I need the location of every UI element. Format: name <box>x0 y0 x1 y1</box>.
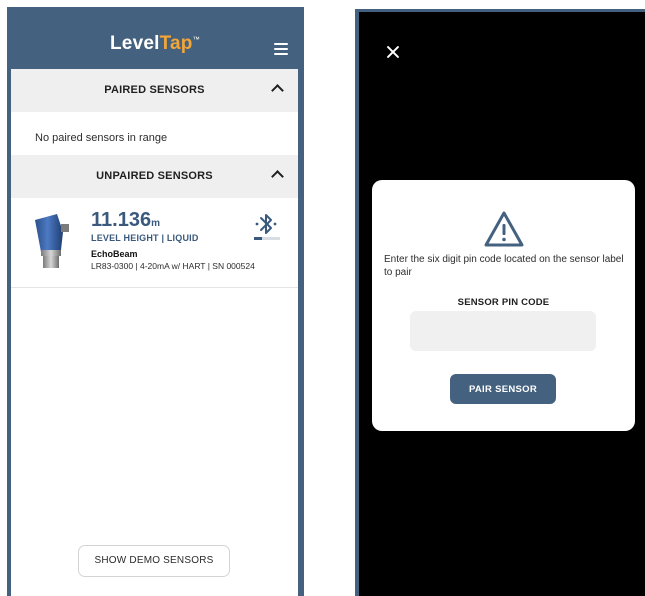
logo-level-text: Level <box>110 33 160 54</box>
sensor-detail: LR83-0300 | 4-20mA w/ HART | SN 000524 <box>91 261 255 271</box>
bluetooth-icon <box>255 214 277 234</box>
sensor-list-screen: LevelTap™ PAIRED SENSORS No paired senso… <box>7 7 304 596</box>
pin-code-input[interactable] <box>410 311 596 351</box>
show-demo-sensors-button[interactable]: SHOW DEMO SENSORS <box>78 545 230 577</box>
pair-sensor-button[interactable]: PAIR SENSOR <box>450 374 556 404</box>
sensor-list-item[interactable]: 11.136m LEVEL HEIGHT | LIQUID EchoBeam L… <box>11 199 298 287</box>
level-label: LEVEL HEIGHT | LIQUID <box>91 233 199 243</box>
close-icon[interactable] <box>386 45 400 59</box>
modal-backdrop: Enter the six digit pin code located on … <box>359 12 645 596</box>
signal-strength-fill <box>254 237 262 240</box>
sensor-device-icon <box>35 214 69 268</box>
level-unit: m <box>151 218 160 229</box>
unpaired-sensors-title: UNPAIRED SENSORS <box>96 170 213 182</box>
app-header: LevelTap™ <box>7 7 304 69</box>
level-value: 11.136 <box>91 209 152 231</box>
pin-instruction-text: Enter the six digit pin code located on … <box>384 254 624 278</box>
sensor-list-content: PAIRED SENSORS No paired sensors in rang… <box>11 69 298 596</box>
sensor-name: EchoBeam <box>91 249 138 259</box>
unpaired-sensors-header[interactable]: UNPAIRED SENSORS <box>11 155 298 198</box>
no-paired-sensors-text: No paired sensors in range <box>35 132 168 144</box>
pair-sensor-screen: Enter the six digit pin code located on … <box>355 9 645 596</box>
app-logo: LevelTap™ <box>110 33 200 55</box>
paired-sensors-header[interactable]: PAIRED SENSORS <box>11 69 298 112</box>
paired-sensors-title: PAIRED SENSORS <box>104 84 205 96</box>
menu-icon[interactable] <box>274 43 288 55</box>
pair-sensor-dialog: Enter the six digit pin code located on … <box>372 180 635 431</box>
pin-code-label: SENSOR PIN CODE <box>457 297 550 308</box>
divider <box>11 287 298 288</box>
warning-icon <box>484 211 524 247</box>
level-reading: 11.136m <box>91 209 160 232</box>
logo-trademark: ™ <box>192 36 200 44</box>
logo-tap-text: Tap <box>159 33 193 54</box>
signal-strength-bar <box>254 237 280 240</box>
